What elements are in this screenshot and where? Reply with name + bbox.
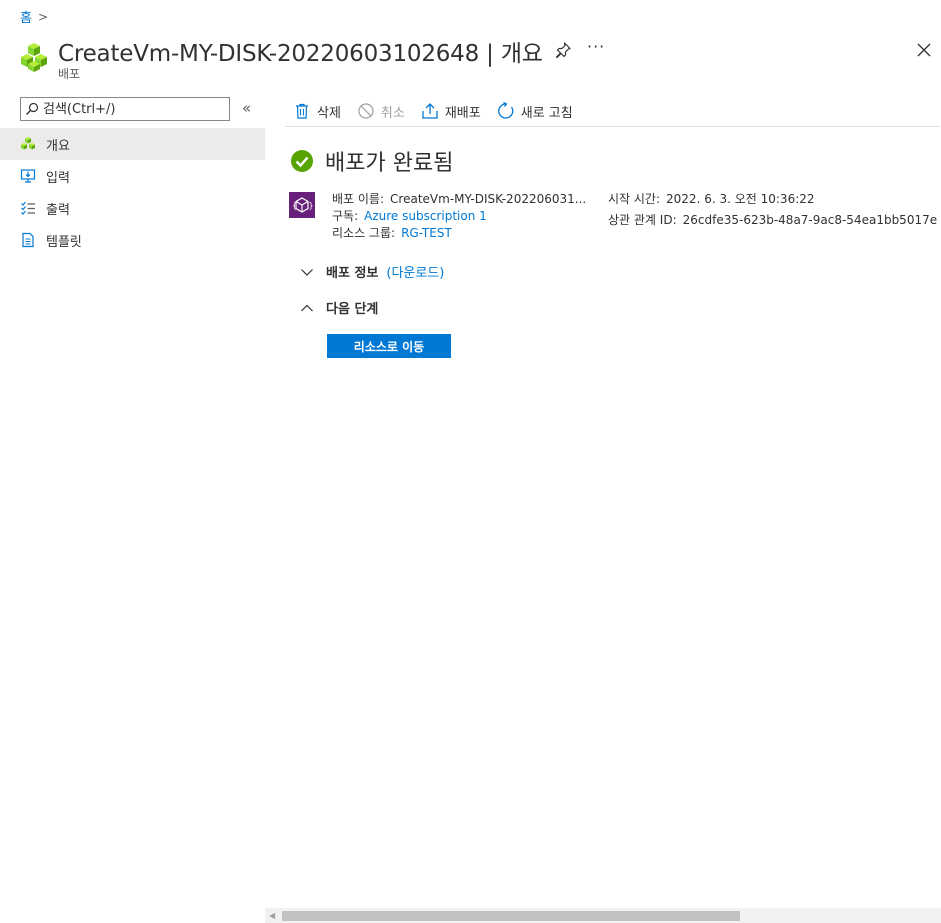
correlation-id-row: 상관 관계 ID: 26cdfe35-623b-48a7-9ac8-54ea1bb… [608,211,937,228]
refresh-button[interactable]: 새로 고침 [497,102,573,121]
sidebar-item-outputs[interactable]: 출력 [0,192,265,224]
outputs-icon [21,201,35,215]
breadcrumb: 홈 > [20,7,49,27]
go-to-resource-button[interactable]: 리소스로 이동 [327,334,451,358]
start-time-row: 시작 시간: 2022. 6. 3. 오전 10:36:22 [608,190,815,207]
command-bar: 삭제 취소 재배포 새로 고침 [285,96,940,127]
inputs-icon [20,169,36,183]
sidebar-nav: 개요 입력 출력 템플릿 [0,128,265,256]
svg-text:{: { [292,201,297,210]
refresh-label: 새로 고침 [520,105,573,121]
start-time-label: 시작 시간: [608,192,661,206]
template-icon [22,232,34,248]
deployment-resource-icon: { } [289,192,315,218]
download-link[interactable]: (다운로드) [386,262,444,281]
success-check-icon [291,150,313,172]
status-heading: 배포가 완료됨 [325,151,454,176]
scrollbar-thumb[interactable] [282,911,740,921]
cancel-label: 취소 [380,105,405,121]
more-options-icon[interactable]: ··· [587,37,605,56]
page-title: CreateVm-MY-DISK-20220603102648 | 개요 [58,41,543,67]
resource-group-label: 리소스 그룹: [332,226,396,240]
deployment-details-label: 배포 정보 [326,266,379,281]
chevron-up-icon [301,304,313,311]
refresh-icon [497,102,514,119]
cancel-button[interactable]: 취소 [357,102,405,121]
sidebar-item-label: 템플릿 [46,234,82,250]
deployment-cubes-icon [21,43,47,72]
deployment-details-toggle[interactable]: 배포 정보 (다운로드) [300,262,444,281]
redeploy-button[interactable]: 재배포 [421,102,481,121]
correlation-id-value: 26cdfe35-623b-48a7-9ac8-54ea1bb5017e [682,213,938,227]
chevron-right-icon: > [37,9,49,24]
start-time-value: 2022. 6. 3. 오전 10:36:22 [666,192,815,206]
search-input[interactable] [43,101,223,117]
deployment-name-label: 배포 이름: [332,192,385,206]
horizontal-scrollbar[interactable]: ◀ [265,908,941,923]
deployment-name-value: CreateVm-MY-DISK-202206031... [390,192,587,206]
sidebar-item-label: 출력 [46,202,70,218]
search-icon [26,102,39,115]
pin-icon[interactable] [553,40,573,60]
search-box[interactable] [20,97,230,121]
upload-icon [422,103,438,119]
deployment-name-row: 배포 이름: CreateVm-MY-DISK-202206031... [332,190,586,207]
sidebar-item-label: 개요 [46,138,70,154]
deployment-status: 배포가 완료됨 [290,145,453,177]
page-subtitle: 배포 [58,67,81,81]
delete-label: 삭제 [317,105,341,121]
resource-group-row: 리소스 그룹: RG-TEST [332,224,452,241]
correlation-id-label: 상관 관계 ID: [608,213,677,227]
svg-text:}: } [309,201,314,210]
redeploy-label: 재배포 [444,105,481,121]
page: 홈 > CreateVm-MY-DISK-20220603102648 | 개요… [0,0,941,923]
cancel-icon [358,103,374,119]
breadcrumb-home-link[interactable]: 홈 [20,7,32,26]
sidebar-item-inputs[interactable]: 입력 [0,160,265,192]
next-steps-label: 다음 단계 [326,302,379,317]
subscription-link[interactable]: Azure subscription 1 [364,209,487,223]
sidebar-item-label: 입력 [46,170,70,186]
next-steps-toggle[interactable]: 다음 단계 [300,298,378,317]
delete-button[interactable]: 삭제 [293,102,341,121]
scroll-left-icon[interactable]: ◀ [269,911,275,920]
chevron-down-icon [301,268,313,276]
resource-group-link[interactable]: RG-TEST [401,226,452,240]
sidebar-item-template[interactable]: 템플릿 [0,224,265,256]
trash-icon [296,103,308,119]
sidebar-item-overview[interactable]: 개요 [0,128,265,160]
collapse-sidebar-icon[interactable]: « [242,99,251,117]
overview-icon [21,137,35,150]
subscription-row: 구독: Azure subscription 1 [332,207,487,224]
subscription-label: 구독: [332,209,359,223]
close-icon[interactable] [914,40,934,60]
